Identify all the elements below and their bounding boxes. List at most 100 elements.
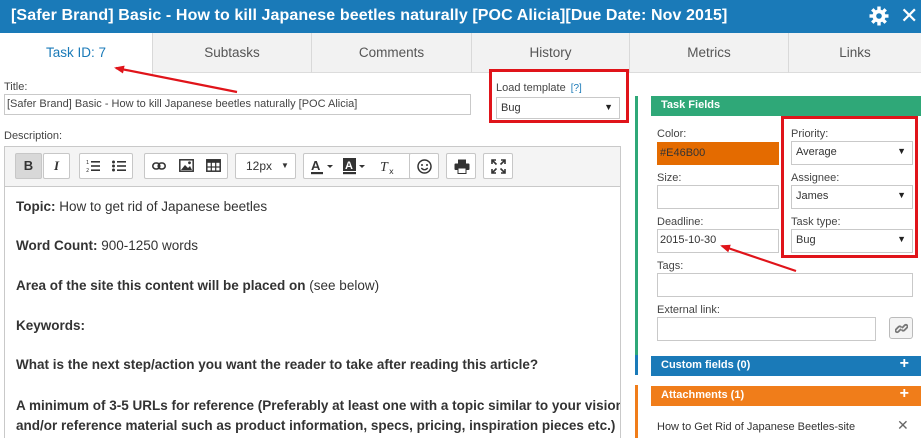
unordered-list-icon[interactable] bbox=[112, 159, 126, 173]
bold-glyph: B bbox=[23, 158, 34, 173]
italic-button[interactable]: I bbox=[43, 153, 70, 179]
editor-toolbar: B I 1 2 12px ▼ A A T x bbox=[4, 146, 621, 186]
priority-label: Priority: bbox=[791, 128, 829, 140]
chevron-down-icon: ▼ bbox=[897, 234, 906, 244]
assignee-select[interactable]: James ▼ bbox=[791, 185, 913, 209]
help-link[interactable]: [?] bbox=[571, 83, 582, 94]
title-label: Title: bbox=[4, 81, 28, 93]
custom-fields-header[interactable]: Custom fields (0) + bbox=[651, 355, 921, 376]
svg-text:x: x bbox=[389, 167, 394, 175]
deadline-label: Deadline: bbox=[657, 216, 704, 228]
svg-text:A: A bbox=[345, 160, 353, 172]
tab-subtasks[interactable]: Subtasks bbox=[153, 33, 312, 73]
link-icon[interactable] bbox=[152, 160, 166, 172]
task-type-select[interactable]: Bug ▼ bbox=[791, 229, 913, 253]
insert-button-group bbox=[144, 153, 228, 179]
tab-metrics[interactable]: Metrics bbox=[630, 33, 789, 73]
table-icon[interactable] bbox=[206, 159, 221, 172]
area-line: Area of the site this content will be pl… bbox=[16, 278, 379, 293]
attachments-title: Attachments (1) bbox=[661, 389, 745, 401]
link-icon bbox=[895, 323, 908, 334]
area-label: Area of the site this content will be pl… bbox=[16, 278, 306, 293]
emoticon-icon bbox=[417, 159, 432, 174]
svg-text:A: A bbox=[311, 158, 321, 173]
chevron-down-icon: ▼ bbox=[604, 102, 613, 112]
load-template-select[interactable]: Bug ▼ bbox=[496, 97, 620, 119]
tags-field[interactable] bbox=[657, 273, 913, 297]
urls-text-1: A minimum of 3-5 URLs for reference (Pre… bbox=[16, 398, 621, 413]
tab-links[interactable]: Links bbox=[789, 33, 921, 73]
size-label: Size: bbox=[657, 172, 682, 184]
close-icon[interactable]: ✕ bbox=[900, 4, 921, 28]
load-template-value: Bug bbox=[501, 102, 521, 114]
attachment-item[interactable]: How to Get Rid of Japanese Beetles-site bbox=[657, 421, 855, 433]
task-type-label: Task type: bbox=[791, 216, 841, 228]
load-template-text: Load template bbox=[496, 82, 566, 94]
fullscreen-icon bbox=[491, 159, 506, 174]
load-template-label: Load template [?] bbox=[496, 82, 582, 94]
priority-select[interactable]: Average ▼ bbox=[791, 141, 913, 165]
ordered-list-icon[interactable]: 1 2 bbox=[86, 159, 100, 173]
color-field[interactable]: #E46B00 bbox=[657, 142, 779, 165]
custom-fields-rail bbox=[635, 355, 638, 375]
add-custom-field-icon[interactable]: + bbox=[900, 355, 909, 373]
next-step-line: What is the next step/action you want th… bbox=[16, 357, 538, 372]
priority-value: Average bbox=[796, 146, 837, 158]
add-attachment-icon[interactable]: + bbox=[900, 385, 909, 403]
list-button-group: 1 2 bbox=[79, 153, 133, 179]
topic-label: Topic: bbox=[16, 199, 56, 214]
keywords-label: Keywords: bbox=[16, 318, 86, 333]
description-label: Description: bbox=[4, 130, 63, 142]
keywords-line: Keywords: bbox=[16, 318, 85, 333]
print-button[interactable] bbox=[446, 153, 476, 179]
gear-icon[interactable] bbox=[869, 6, 889, 26]
tab-history[interactable]: History bbox=[472, 33, 630, 73]
word-count-line: Word Count: 900-1250 words bbox=[16, 238, 198, 253]
emoticon-button[interactable] bbox=[409, 153, 439, 179]
word-count-value: 900-1250 words bbox=[97, 238, 199, 253]
urls-text-2: and/or reference material such as produc… bbox=[16, 418, 616, 433]
tags-label: Tags: bbox=[657, 260, 684, 272]
topic-value: How to get rid of Japanese beetles bbox=[55, 199, 268, 214]
window-title: [Safer Brand] Basic - How to kill Japane… bbox=[11, 7, 728, 24]
svg-text:T: T bbox=[380, 160, 389, 175]
color-button-group: A A T x bbox=[303, 153, 411, 179]
title-input[interactable]: [Safer Brand] Basic - How to kill Japane… bbox=[4, 94, 471, 115]
svg-text:1: 1 bbox=[86, 160, 89, 166]
urls-line-2: and/or reference material such as produc… bbox=[16, 418, 615, 433]
chevron-down-icon: ▼ bbox=[897, 146, 906, 156]
assignee-label: Assignee: bbox=[791, 172, 840, 184]
print-icon bbox=[454, 159, 470, 174]
color-label: Color: bbox=[657, 128, 687, 140]
clear-format-icon[interactable]: T x bbox=[380, 158, 398, 175]
word-count-label: Word Count: bbox=[16, 238, 98, 253]
area-value: (see below) bbox=[305, 278, 380, 293]
deadline-field[interactable]: 2015-10-30 bbox=[657, 229, 779, 253]
background-color-icon[interactable]: A bbox=[343, 158, 367, 175]
fullscreen-button[interactable] bbox=[483, 153, 513, 179]
remove-attachment-icon[interactable]: ✕ bbox=[897, 417, 909, 434]
title-bar: [Safer Brand] Basic - How to kill Japane… bbox=[0, 0, 921, 33]
attachments-header[interactable]: Attachments (1) + bbox=[651, 385, 921, 406]
description-editor[interactable]: Topic: How to get rid of Japanese beetle… bbox=[4, 186, 621, 438]
open-link-button[interactable] bbox=[889, 317, 913, 339]
font-color-icon[interactable]: A bbox=[311, 158, 335, 175]
italic-glyph: I bbox=[53, 158, 60, 173]
task-fields-rail bbox=[635, 96, 638, 371]
task-fields-header[interactable]: Task Fields bbox=[651, 96, 921, 116]
custom-fields-title: Custom fields (0) bbox=[661, 359, 751, 371]
tab-comments[interactable]: Comments bbox=[312, 33, 472, 73]
size-field[interactable] bbox=[657, 185, 779, 209]
assignee-value: James bbox=[796, 190, 829, 202]
tab-bar: Task ID: 7 Subtasks Comments History Met… bbox=[0, 33, 921, 74]
font-size-value: 12px bbox=[245, 159, 273, 173]
topic-line: Topic: How to get rid of Japanese beetle… bbox=[16, 199, 267, 214]
load-template-highlight: Load template [?] Bug ▼ bbox=[489, 69, 629, 123]
chevron-down-icon: ▼ bbox=[281, 161, 289, 170]
external-link-field[interactable] bbox=[657, 317, 876, 341]
font-size-select[interactable]: 12px ▼ bbox=[235, 153, 296, 179]
tab-task-id[interactable]: Task ID: 7 bbox=[0, 33, 153, 74]
image-icon[interactable] bbox=[179, 159, 194, 172]
bold-button[interactable]: B bbox=[15, 153, 42, 179]
task-type-value: Bug bbox=[796, 234, 816, 246]
